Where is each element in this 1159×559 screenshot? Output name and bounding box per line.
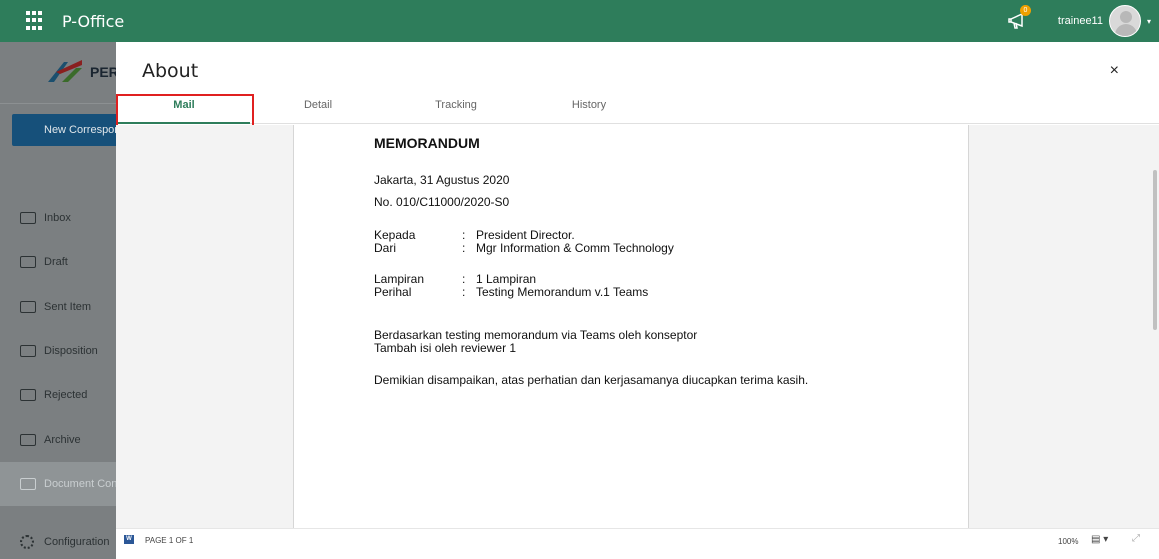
sidebar-item-rejected[interactable]: Rejected (0, 373, 118, 417)
notification-badge: 0 (1019, 5, 1031, 16)
gear-icon (20, 535, 34, 549)
scrollbar[interactable] (1153, 170, 1157, 330)
sidebar-item-document-control[interactable]: Document Control (0, 462, 118, 506)
grid-icon[interactable] (26, 11, 46, 31)
sidebar-item-label: Archive (44, 434, 81, 446)
sent-icon (20, 301, 36, 313)
tab-history[interactable]: History (556, 94, 622, 124)
memo-from-row: Dari : Mgr Information & Comm Technology (374, 242, 934, 255)
memo-body-2: Tambah isi oleh reviewer 1 (374, 341, 517, 355)
memo-attachment-row: Lampiran : 1 Lampiran (374, 273, 934, 286)
word-icon: W (124, 535, 134, 544)
archive-icon (20, 434, 36, 446)
memo-subject-value: Testing Memorandum v.1 Teams (476, 285, 649, 299)
sidebar-item-label: Rejected (44, 389, 88, 401)
sidebar-item-draft[interactable]: Draft (0, 240, 118, 284)
memo-subject-label: Perihal (374, 285, 412, 299)
memo-closing: Demikian disampaikan, atas perhatian dan… (374, 373, 809, 387)
view-mode-icon[interactable]: ▤ ▾ (1091, 534, 1108, 545)
avatar[interactable] (1108, 5, 1141, 37)
sidebar-item-label: Disposition (44, 345, 98, 357)
memo-from-value: Mgr Information & Comm Technology (476, 241, 674, 255)
sidebar-item-label: Draft (44, 256, 68, 268)
sidebar-item-sent[interactable]: Sent Item (0, 285, 118, 329)
sidebar-item-label: Document Control (44, 478, 118, 490)
memo-number: No. 010/C11000/2020-S0 (374, 195, 510, 209)
sidebar: PER New Correspondence Inbox Draft Sent … (0, 42, 152, 559)
draft-icon (20, 256, 36, 268)
tab-bar: Mail Detail Tracking History (116, 94, 1159, 124)
document-icon (20, 478, 36, 490)
sidebar-item-configuration[interactable]: Configuration (0, 520, 118, 559)
memo-place-date: Jakarta, 31 Agustus 2020 (374, 173, 510, 187)
inbox-icon (20, 212, 36, 224)
megaphone-icon[interactable]: 0 (1008, 5, 1032, 31)
sidebar-item-label: Inbox (44, 212, 71, 224)
document-page: MEMORANDUM Jakarta, 31 Agustus 2020 No. … (293, 125, 969, 528)
chevron-down-icon[interactable]: ▾ (1147, 17, 1151, 26)
sidebar-item-inbox[interactable]: Inbox (0, 196, 118, 240)
tab-detail[interactable]: Detail (286, 94, 350, 124)
colon: : (462, 241, 466, 255)
about-modal: About × Mail Detail Tracking History MEM… (116, 42, 1159, 559)
tab-highlight-box (116, 94, 254, 127)
zoom-level[interactable]: 100% (1058, 537, 1078, 546)
sidebar-item-label: Sent Item (44, 301, 92, 313)
memo-heading: MEMORANDUM (374, 135, 480, 151)
memo-from-label: Dari (374, 241, 397, 255)
tab-tracking[interactable]: Tracking (416, 94, 496, 124)
disposition-icon (20, 345, 36, 357)
username[interactable]: trainee11 (1058, 15, 1103, 27)
viewer-status-bar: W PAGE 1 OF 1 100% ▤ ▾ ⤢ (116, 528, 1159, 559)
logo: PER (0, 42, 119, 104)
app-title: P-Office (62, 11, 125, 31)
sidebar-item-disposition[interactable]: Disposition (0, 329, 118, 373)
memo-subject-row: Perihal : Testing Memorandum v.1 Teams (374, 286, 934, 299)
rejected-icon (20, 389, 36, 401)
logo-icon (48, 60, 82, 82)
sidebar-item-label: Configuration (44, 536, 110, 548)
user-area: 0 trainee11 ▾ (1008, 0, 1151, 42)
modal-title: About (142, 60, 199, 82)
page-indicator: PAGE 1 OF 1 (145, 536, 194, 545)
brand-text: PER (90, 64, 119, 80)
document-viewer: MEMORANDUM Jakarta, 31 Agustus 2020 No. … (116, 125, 1159, 528)
colon: : (462, 285, 466, 299)
sidebar-item-archive[interactable]: Archive (0, 418, 118, 462)
memo-content: MEMORANDUM Jakarta, 31 Agustus 2020 No. … (374, 135, 934, 387)
fit-screen-icon[interactable]: ⤢ (1132, 533, 1140, 544)
close-icon[interactable]: × (1110, 62, 1119, 80)
top-bar: P-Office 0 trainee11 ▾ (0, 0, 1159, 42)
